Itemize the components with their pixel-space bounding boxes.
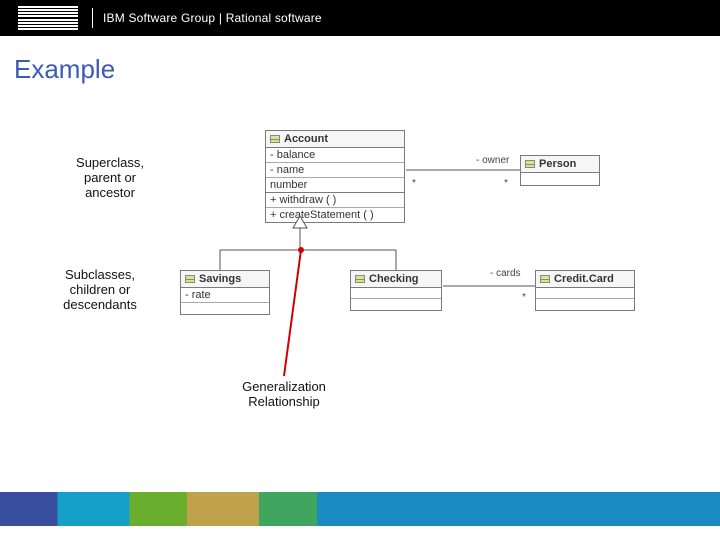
uml-name: Account xyxy=(284,133,328,145)
class-icon xyxy=(355,275,365,283)
uml-class-creditcard: Credit.Card xyxy=(535,270,635,311)
uml-op: + withdraw ( ) xyxy=(266,193,404,208)
footer-band xyxy=(0,492,720,526)
assoc-mult-star: * xyxy=(522,292,526,303)
assoc-mult-person: * xyxy=(504,178,508,189)
assoc-cards-label: - cards xyxy=(490,268,521,279)
ibm-logo xyxy=(18,6,78,30)
annotation-generalization: Generalization Relationship xyxy=(214,380,354,410)
uml-empty xyxy=(536,299,634,310)
annotation-subclasses: Subclasses, children or descendants xyxy=(50,268,150,313)
uml-title: Savings xyxy=(181,271,269,288)
assoc-mult-account: * xyxy=(412,178,416,189)
assoc-owner-label: - owner xyxy=(476,155,509,166)
uml-attr: - balance xyxy=(266,148,404,163)
uml-title: Person xyxy=(521,156,599,173)
uml-name: Credit.Card xyxy=(554,273,614,285)
uml-attr: number xyxy=(266,178,404,193)
header-divider xyxy=(92,8,93,28)
slide-title: Example xyxy=(14,54,115,85)
uml-attr: - name xyxy=(266,163,404,178)
uml-class-account: Account - balance - name number + withdr… xyxy=(265,130,405,223)
annotation-superclass: Superclass, parent or ancestor xyxy=(60,156,160,201)
class-icon xyxy=(525,160,535,168)
uml-op: + createStatement ( ) xyxy=(266,208,404,222)
uml-empty xyxy=(181,303,269,314)
header-title: IBM Software Group | Rational software xyxy=(103,11,322,25)
uml-attr: - rate xyxy=(181,288,269,303)
uml-title: Checking xyxy=(351,271,441,288)
uml-empty xyxy=(521,173,599,185)
uml-name: Savings xyxy=(199,273,241,285)
uml-class-savings: Savings - rate xyxy=(180,270,270,315)
uml-class-checking: Checking xyxy=(350,270,442,311)
class-icon xyxy=(540,275,550,283)
uml-name: Person xyxy=(539,158,576,170)
uml-class-person: Person xyxy=(520,155,600,186)
uml-empty xyxy=(351,288,441,299)
uml-title: Credit.Card xyxy=(536,271,634,288)
uml-name: Checking xyxy=(369,273,419,285)
uml-title: Account xyxy=(266,131,404,148)
uml-empty xyxy=(536,288,634,299)
uml-empty xyxy=(351,299,441,310)
class-icon xyxy=(185,275,195,283)
class-icon xyxy=(270,135,280,143)
header-band: IBM Software Group | Rational software xyxy=(0,0,720,36)
